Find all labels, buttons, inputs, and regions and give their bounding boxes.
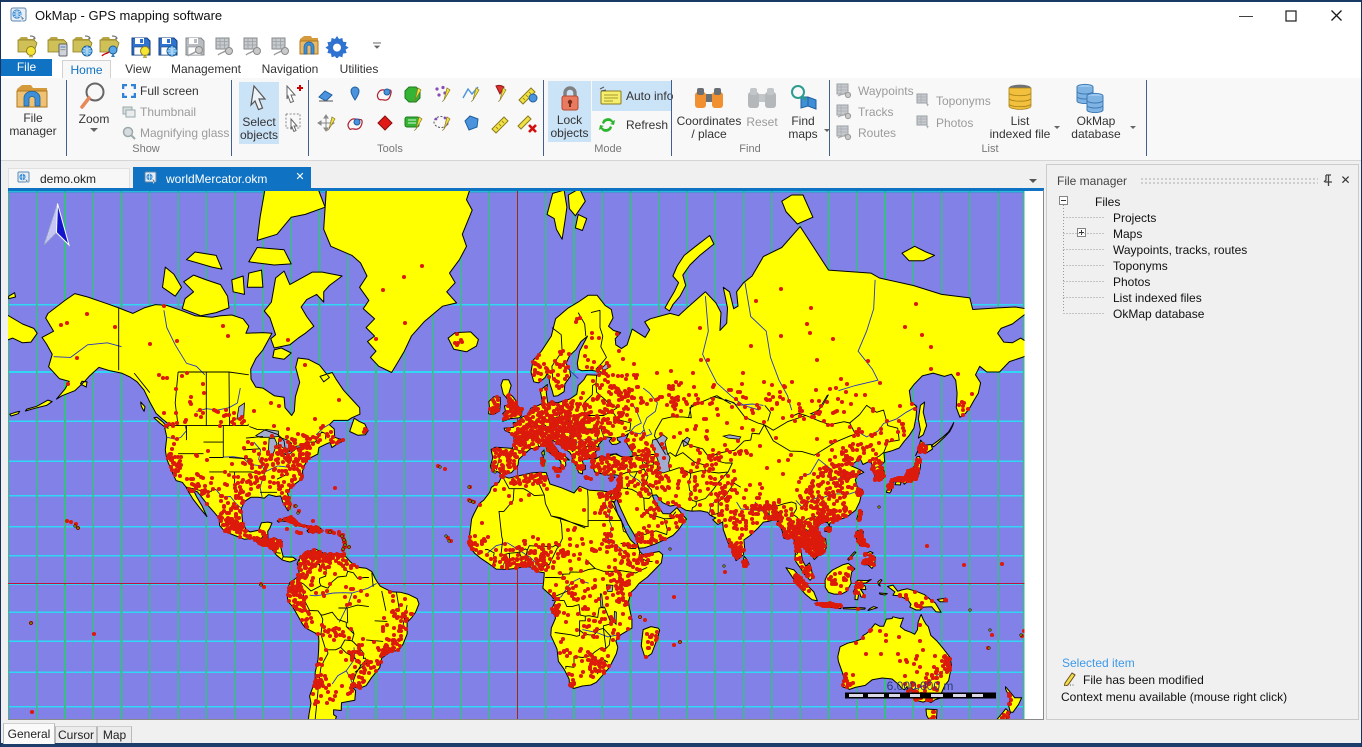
svg-text:6.000.000 m: 6.000.000 m: [887, 679, 954, 693]
